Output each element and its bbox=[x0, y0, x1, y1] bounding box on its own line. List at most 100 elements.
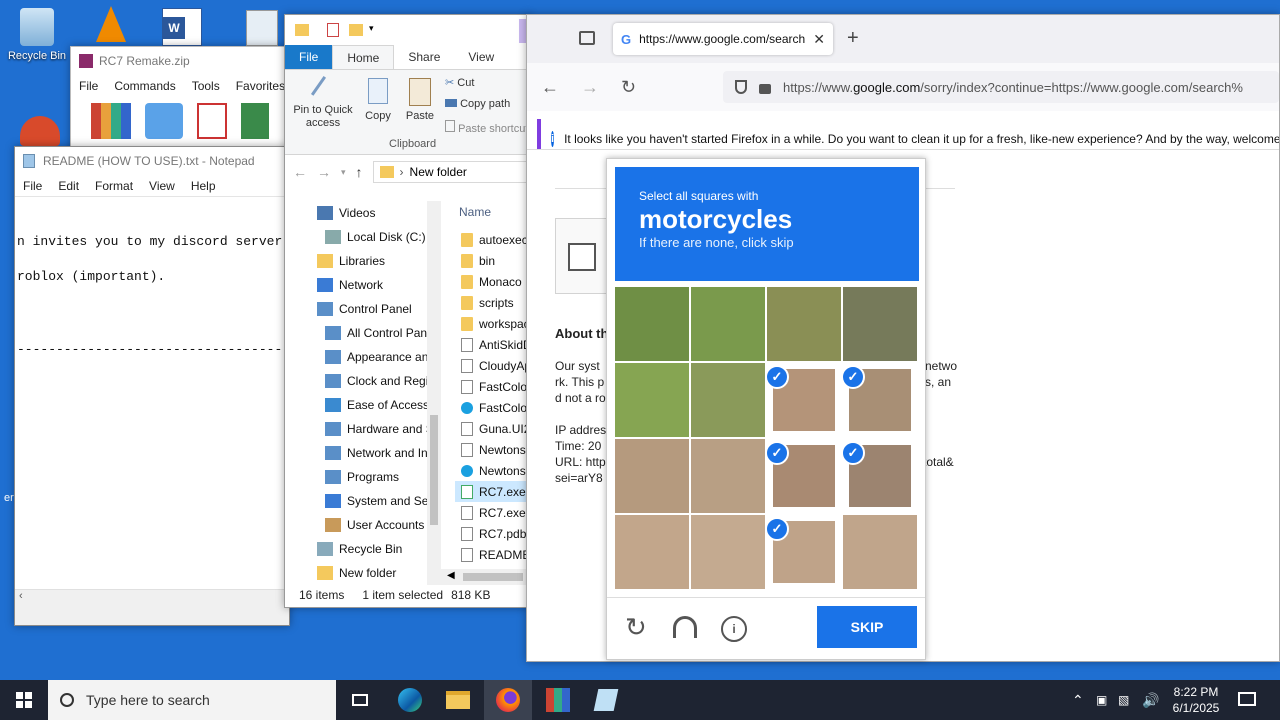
tree-item[interactable]: New folder bbox=[317, 561, 427, 585]
reload-challenge-icon[interactable]: ↻ bbox=[625, 612, 647, 643]
menu-item[interactable]: Tools bbox=[192, 79, 220, 93]
back-arrow-icon[interactable]: ← bbox=[293, 164, 307, 180]
taskbar-edge[interactable] bbox=[386, 680, 434, 720]
explorer-address-bar[interactable]: › New folder bbox=[372, 161, 529, 183]
menu-edit[interactable]: Edit bbox=[58, 179, 79, 193]
properties-icon[interactable] bbox=[327, 23, 339, 37]
menu-item[interactable]: Favorites bbox=[236, 79, 285, 93]
file-list-item[interactable]: workspace bbox=[461, 313, 529, 334]
pin-quick-access-button[interactable]: Pin to Quick access bbox=[291, 75, 355, 130]
tree-item[interactable]: Local Disk (C:) bbox=[317, 225, 427, 249]
file-list-item[interactable]: RC7.exe.config bbox=[461, 502, 529, 523]
start-button[interactable] bbox=[0, 680, 48, 720]
tree-item[interactable]: System and Security bbox=[317, 489, 427, 513]
tab-home[interactable]: Home bbox=[332, 45, 395, 69]
extract-to-button[interactable] bbox=[145, 103, 183, 139]
tree-item[interactable]: User Accounts bbox=[317, 513, 427, 537]
tab-share[interactable]: Share bbox=[394, 45, 454, 69]
tree-item[interactable]: Recycle Bin bbox=[317, 537, 427, 561]
new-tab-icon[interactable]: + bbox=[847, 27, 859, 50]
tree-item[interactable]: All Control Panel Items bbox=[317, 321, 427, 345]
tree-item[interactable]: Clock and Region bbox=[317, 369, 427, 393]
captcha-tile[interactable] bbox=[767, 287, 841, 361]
captcha-tile[interactable] bbox=[691, 515, 765, 589]
scroll-left-icon[interactable]: ‹ bbox=[19, 590, 23, 602]
taskbar-winrar[interactable] bbox=[534, 680, 582, 720]
wifi-icon[interactable]: ▧ bbox=[1118, 680, 1129, 720]
file-list-item[interactable]: scripts bbox=[461, 292, 529, 313]
captcha-tile[interactable] bbox=[691, 363, 765, 437]
tree-item[interactable]: Network and Internet bbox=[317, 441, 427, 465]
captcha-tile[interactable] bbox=[615, 439, 689, 513]
desktop-icon-recycle-bin[interactable]: Recycle Bin bbox=[2, 8, 72, 62]
paste-shortcut-button[interactable]: Paste shortcut bbox=[445, 120, 528, 135]
tree-item[interactable]: Libraries bbox=[317, 249, 427, 273]
show-hidden-icons[interactable]: ⌃ bbox=[1072, 680, 1084, 720]
scroll-left-icon[interactable]: ◀ bbox=[447, 570, 455, 581]
file-list-item[interactable]: bin bbox=[461, 250, 529, 271]
file-list-item[interactable]: Monaco bbox=[461, 271, 529, 292]
network-icon[interactable]: ▣ bbox=[1096, 680, 1107, 720]
back-arrow-icon[interactable]: ← bbox=[541, 77, 559, 98]
browser-tab[interactable]: G https://www.google.com/search ✕ bbox=[613, 23, 833, 55]
chevron-down-icon[interactable]: ▾ bbox=[369, 23, 374, 34]
forward-arrow-icon[interactable]: → bbox=[581, 77, 599, 98]
file-list-item[interactable]: RC7.pdb bbox=[461, 523, 529, 544]
tree-item[interactable]: Videos bbox=[317, 201, 427, 225]
captcha-tile[interactable] bbox=[691, 287, 765, 361]
word-icon[interactable]: W bbox=[162, 8, 202, 46]
menu-view[interactable]: View bbox=[149, 179, 175, 193]
menu-item[interactable]: File bbox=[79, 79, 98, 93]
file-list-item[interactable]: README bbox=[461, 544, 529, 565]
captcha-tile[interactable]: ✓ bbox=[767, 439, 841, 513]
captcha-tile[interactable]: ✓ bbox=[843, 439, 917, 513]
copy-path-button[interactable]: Copy path bbox=[445, 98, 510, 110]
tab-overview-icon[interactable] bbox=[579, 31, 595, 45]
captcha-tile[interactable]: ✓ bbox=[843, 363, 917, 437]
scrollbar-thumb[interactable] bbox=[430, 415, 438, 525]
recaptcha-checkbox[interactable] bbox=[568, 243, 596, 271]
file-list-item[interactable]: FastColoredTextBox bbox=[461, 376, 529, 397]
url-bar[interactable]: https://www.google.com/sorry/index?conti… bbox=[723, 71, 1279, 103]
view-button[interactable] bbox=[241, 103, 269, 139]
tree-item[interactable]: Hardware and Sound bbox=[317, 417, 427, 441]
tree-item[interactable]: Network bbox=[317, 273, 427, 297]
tab-view[interactable]: View bbox=[454, 45, 508, 69]
scrollbar-thumb[interactable] bbox=[463, 573, 523, 581]
file-list-item[interactable]: Newtonsoft.Json bbox=[461, 439, 529, 460]
image-file-icon[interactable] bbox=[246, 10, 278, 46]
file-list-item[interactable]: Guna.UI2 bbox=[461, 418, 529, 439]
captcha-tile[interactable] bbox=[615, 363, 689, 437]
tree-item[interactable]: Appearance and Personalization bbox=[317, 345, 427, 369]
app-icon-red[interactable] bbox=[20, 116, 60, 146]
recent-chevron-icon[interactable]: ▾ bbox=[341, 167, 346, 178]
file-list-item[interactable]: CloudyApi bbox=[461, 355, 529, 376]
captcha-tile[interactable] bbox=[615, 287, 689, 361]
menu-file[interactable]: File bbox=[23, 179, 42, 193]
captcha-tile[interactable] bbox=[691, 439, 765, 513]
notepad-text-area[interactable]: n invites you to my discord server roblo… bbox=[15, 197, 289, 589]
audio-challenge-icon[interactable] bbox=[673, 616, 697, 638]
copy-button[interactable]: Copy bbox=[361, 78, 395, 122]
taskbar-file-explorer[interactable] bbox=[434, 680, 482, 720]
tree-item[interactable]: Control Panel bbox=[317, 297, 427, 321]
taskbar-search-box[interactable]: Type here to search bbox=[48, 680, 336, 720]
new-folder-icon[interactable] bbox=[349, 24, 363, 36]
tree-item[interactable]: Programs bbox=[317, 465, 427, 489]
tab-file[interactable]: File bbox=[285, 45, 333, 69]
menu-help[interactable]: Help bbox=[191, 179, 216, 193]
menu-format[interactable]: Format bbox=[95, 179, 133, 193]
cut-button[interactable]: ✂ Cut bbox=[445, 76, 474, 89]
notifications-icon[interactable] bbox=[1238, 692, 1256, 706]
captcha-tile[interactable] bbox=[615, 515, 689, 589]
horizontal-scrollbar[interactable]: ‹ bbox=[15, 589, 289, 605]
reload-icon[interactable]: ↻ bbox=[621, 77, 636, 98]
file-list-item[interactable]: autoexec bbox=[461, 229, 529, 250]
vlc-icon[interactable] bbox=[96, 6, 126, 42]
add-button[interactable] bbox=[91, 103, 131, 139]
tree-item[interactable]: Ease of Access bbox=[317, 393, 427, 417]
column-header-name[interactable]: Name bbox=[459, 205, 491, 219]
file-list-item[interactable]: RC7.exe bbox=[455, 481, 529, 502]
info-icon[interactable]: i bbox=[721, 616, 747, 642]
clock[interactable]: 8:22 PM 6/1/2025 bbox=[1168, 680, 1224, 720]
